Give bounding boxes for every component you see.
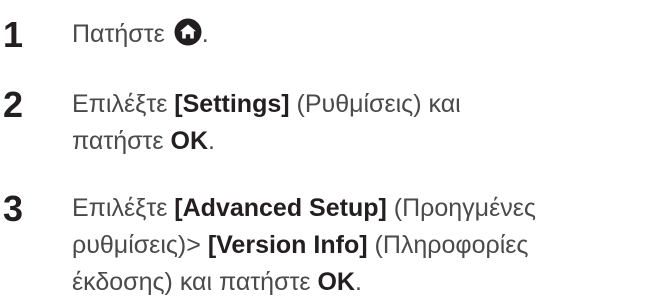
step-text-segment: Επιλέξτε [72,194,175,222]
step-text-segment: Πατήστε [72,20,172,48]
step-text-segment: (Πληροφορίες [367,231,529,259]
step-text-segment: Επιλέξτε [72,90,175,118]
step-text-segment: (Ρυθμίσεις) και [289,90,461,118]
step-line: ρυθμίσεις)> [Version Info] (Πληροφορίες [72,227,642,264]
step-number: 3 [3,188,24,229]
step-text: Πατήστε . [72,16,642,53]
menu-item-settings: [Settings] [174,90,290,118]
ok-key-label: OK [170,127,209,155]
step-number: 2 [3,84,24,125]
step-line: έκδοσης) και πατήστε OK. [72,264,642,301]
step-text-segment: . [354,268,362,296]
step-text-segment: (Προηγμένες [386,194,536,222]
step-line: Επιλέξτε [Settings] (Ρυθμίσεις) και [72,86,642,123]
menu-item-version-info: [Version Info] [207,231,368,259]
step-text: Επιλέξτε [Settings] (Ρυθμίσεις) και πατή… [72,86,642,160]
step-text-segment: . [208,127,215,155]
step-text-segment: ρυθμίσεις)> [72,231,208,259]
step-text-segment: έκδοσης) και πατήστε [72,268,318,296]
step-number: 1 [3,14,24,55]
step-text-segment: . [201,20,209,48]
step-line: πατήστε OK. [72,123,642,160]
ok-key-label: OK [317,268,355,296]
home-icon [174,18,202,46]
step-line: Επιλέξτε [Advanced Setup] (Προηγμένες [72,190,642,227]
menu-item-advanced-setup: [Advanced Setup] [174,194,387,222]
step-text-segment: πατήστε [72,127,171,155]
step-text: Επιλέξτε [Advanced Setup] (Προηγμένες ρυ… [72,190,642,301]
